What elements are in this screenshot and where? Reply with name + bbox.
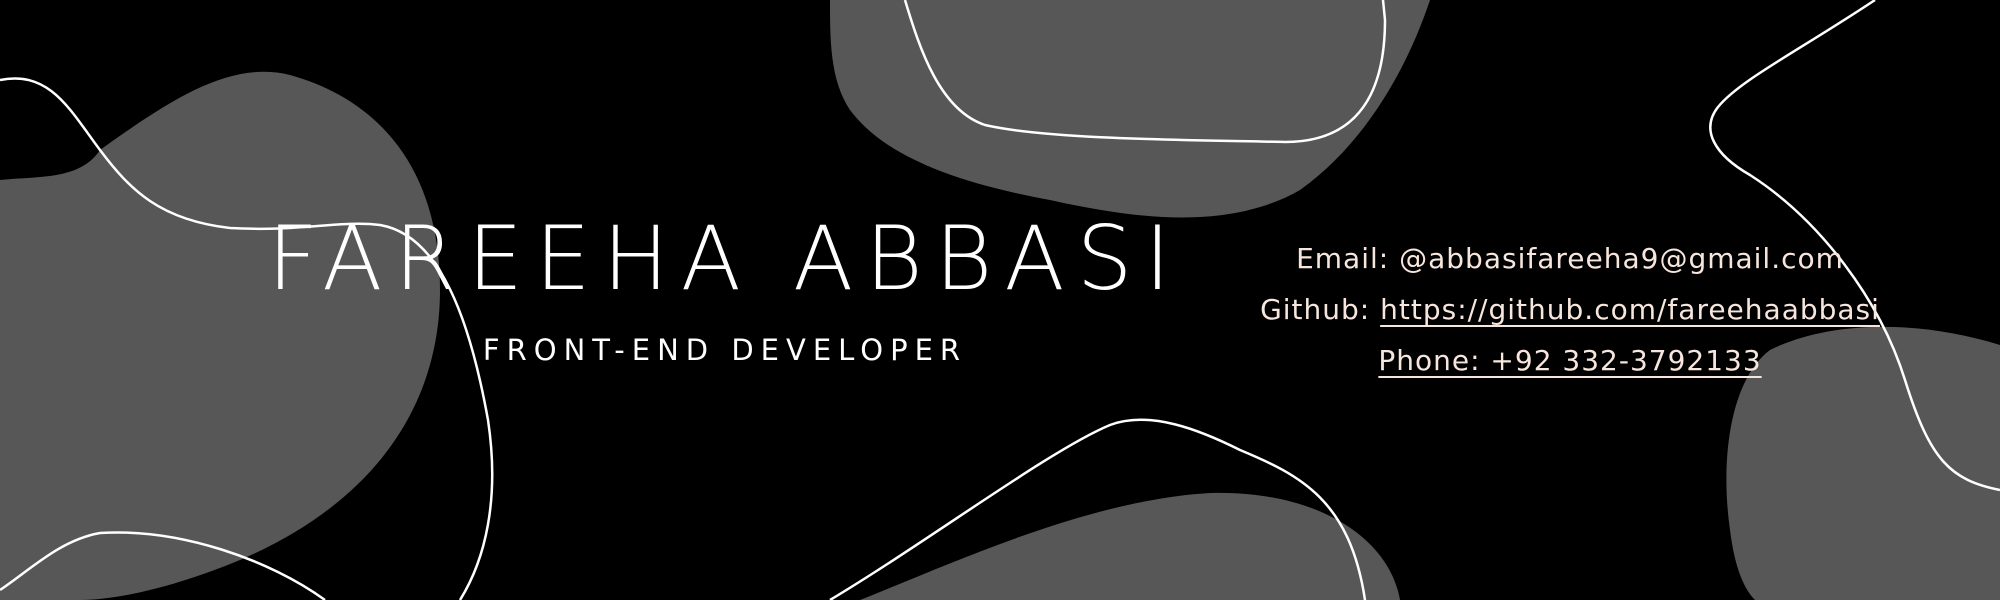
phone-link[interactable]: Phone: +92 332-3792133 bbox=[1378, 344, 1761, 377]
phone-row: Phone: +92 332-3792133 bbox=[1220, 335, 1920, 386]
email-row: Email: @abbasifareeha9@gmail.com bbox=[1220, 233, 1920, 284]
job-title: FRONT-END DEVELOPER bbox=[482, 333, 968, 367]
full-name: FAREEHA ABBASI bbox=[267, 207, 1183, 310]
contact-info: Email: @abbasifareeha9@gmail.com Github:… bbox=[1220, 233, 1920, 386]
name-block: FAREEHA ABBASI FRONT-END DEVELOPER bbox=[255, 207, 1195, 368]
email-label: Email: bbox=[1296, 242, 1390, 275]
bottom-center-blob bbox=[860, 492, 1400, 600]
github-row: Github: https://github.com/fareehaabbasi bbox=[1220, 284, 1920, 335]
github-link[interactable]: https://github.com/fareehaabbasi bbox=[1380, 293, 1880, 326]
top-center-blob bbox=[830, 0, 1430, 218]
github-label: Github: bbox=[1260, 293, 1371, 326]
email-value: @abbasifareeha9@gmail.com bbox=[1399, 242, 1844, 275]
profile-banner: { "banner": { "colors": { "background": … bbox=[0, 0, 2000, 600]
